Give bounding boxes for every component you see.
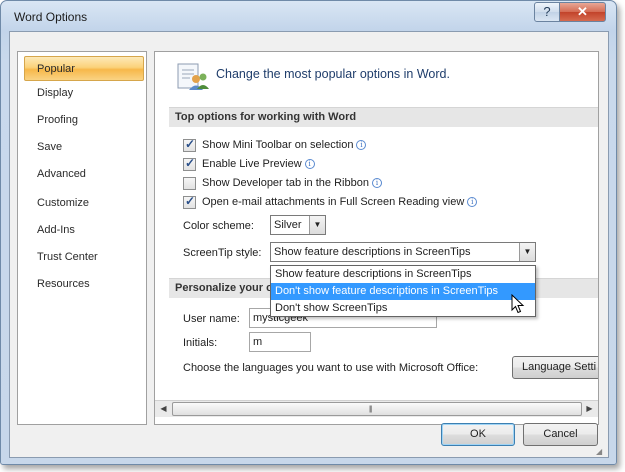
section-top-options: Top options for working with Word [169,107,598,127]
screentip-style-value: Show feature descriptions in ScreenTips [274,246,471,258]
sidebar-item-customize[interactable]: Customize [18,191,146,216]
option-label: Show Mini Toolbar on selection [202,139,354,151]
scrollbar-thumb[interactable]: ||| [172,402,582,416]
sidebar-item-proofing[interactable]: Proofing [18,108,146,133]
dropdown-option-show-descriptions[interactable]: Show feature descriptions in ScreenTips [271,266,535,283]
dropdown-option-hide-descriptions[interactable]: Don't show feature descriptions in Scree… [271,283,535,300]
title-bar[interactable]: Word Options ? ✕ [1,1,616,31]
option-live-preview[interactable]: Enable Live Preview i [183,156,315,172]
sidebar-item-popular[interactable]: Popular [24,56,144,81]
screentip-style-select[interactable]: Show feature descriptions in ScreenTips … [270,242,536,262]
horizontal-scrollbar[interactable]: ◀ ||| ▶ [155,400,598,417]
chevron-down-icon[interactable]: ▼ [519,243,535,261]
screentip-style-label: ScreenTip style: [183,247,262,259]
options-header-icon [177,63,209,90]
resize-grip-icon[interactable]: ◢ [596,447,602,456]
sidebar-item-save[interactable]: Save [18,135,146,160]
info-icon: i [304,159,315,169]
option-developer-tab[interactable]: Show Developer tab in the Ribbon i [183,175,382,191]
developer-tab-checkbox[interactable] [183,176,196,190]
sidebar-item-advanced[interactable]: Advanced [18,162,146,187]
option-label: Open e-mail attachments in Full Screen R… [202,196,465,208]
color-scheme-label: Color scheme: [183,220,254,232]
color-scheme-value: Silver [274,219,302,231]
user-name-label: User name: [183,313,240,325]
scroll-left-icon[interactable]: ◀ [155,401,172,417]
option-email-fullscreen[interactable]: Open e-mail attachments in Full Screen R… [183,194,478,210]
scroll-right-icon[interactable]: ▶ [581,401,598,417]
sidebar-item-resources[interactable]: Resources [18,272,146,297]
color-scheme-select[interactable]: Silver ▼ [270,215,326,235]
panel-header-text: Change the most popular options in Word. [216,67,450,81]
help-button[interactable]: ? [534,2,560,22]
sidebar-item-display[interactable]: Display [18,81,146,106]
option-mini-toolbar[interactable]: Show Mini Toolbar on selection i [183,137,367,153]
mini-toolbar-checkbox[interactable] [183,137,196,152]
mouse-cursor-icon [511,294,525,314]
cancel-button[interactable]: Cancel [523,423,598,446]
options-panel: Change the most popular options in Word.… [154,51,599,425]
category-sidebar: Popular Display Proofing Save Advanced C… [17,51,147,425]
initials-input[interactable]: m [249,332,311,352]
close-button[interactable]: ✕ [559,2,606,22]
ok-button[interactable]: OK [441,423,515,446]
info-icon: i [371,178,382,188]
initials-label: Initials: [183,337,218,349]
window-title: Word Options [14,10,88,24]
chevron-down-icon[interactable]: ▼ [309,216,325,234]
sidebar-item-add-ins[interactable]: Add-Ins [18,218,146,243]
dropdown-option-no-screentips[interactable]: Don't show ScreenTips [271,300,535,317]
option-label: Enable Live Preview [202,158,302,170]
email-fullscreen-checkbox[interactable] [183,194,196,209]
live-preview-checkbox[interactable] [183,156,196,171]
info-icon: i [356,140,367,150]
screentip-dropdown-list: Show feature descriptions in ScreenTips … [270,265,536,317]
languages-label: Choose the languages you want to use wit… [183,362,479,374]
info-icon: i [467,197,478,207]
option-label: Show Developer tab in the Ribbon [202,177,369,189]
language-settings-button[interactable]: Language Setti [512,356,598,379]
sidebar-item-trust-center[interactable]: Trust Center [18,245,146,270]
grip-icon: ||| [369,406,373,413]
